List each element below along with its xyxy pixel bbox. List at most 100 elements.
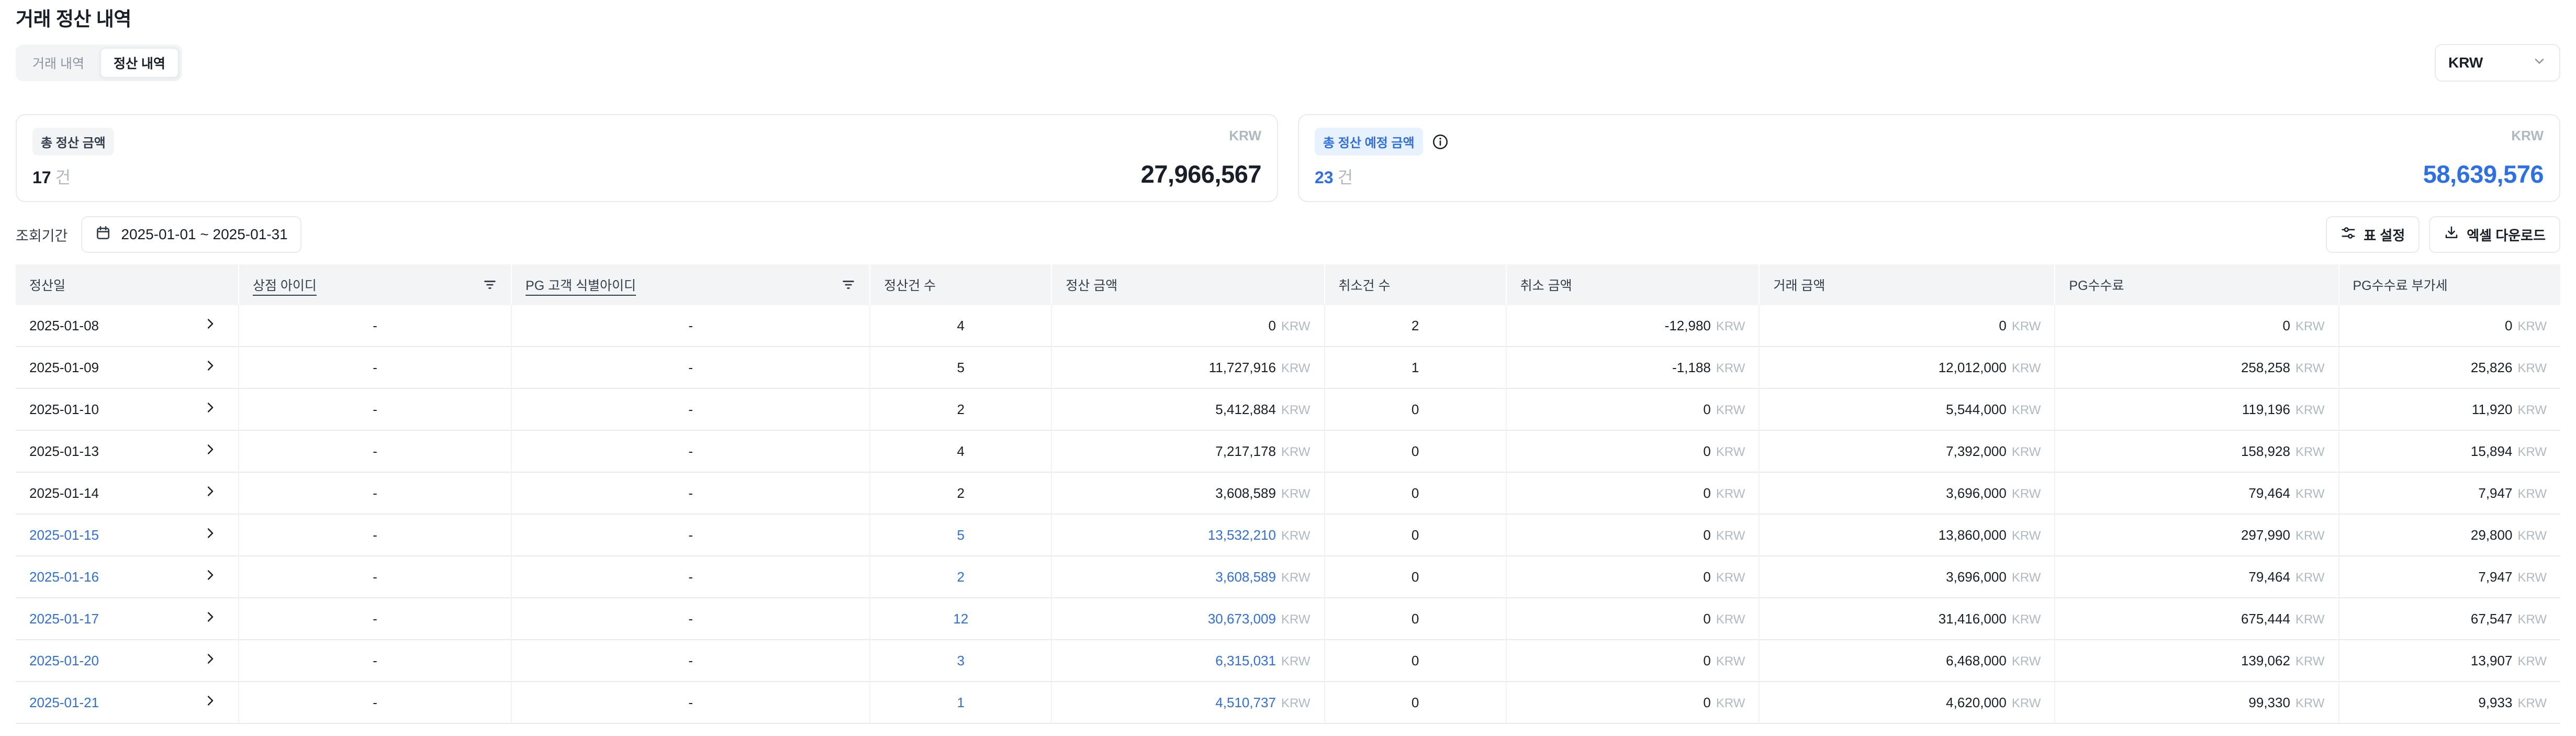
column-label: 정산일 <box>29 275 65 294</box>
cell-pg_customer_id: - <box>511 682 869 724</box>
excel-download-button[interactable]: 엑셀 다운로드 <box>2429 216 2560 253</box>
currency-select-value: KRW <box>2448 54 2483 71</box>
column-header-date: 정산일 <box>16 264 238 305</box>
cell-settle_amount: 3,608,589KRW <box>1051 556 1324 598</box>
cell-store_id: - <box>238 598 511 640</box>
cell-cancel_amount: 0KRW <box>1506 556 1759 598</box>
column-label: PG수수료 <box>2069 275 2124 294</box>
cell-pg_fee: 0KRW <box>2054 305 2338 347</box>
chevron-right-icon <box>203 442 217 460</box>
expand-row-button[interactable] <box>203 317 217 334</box>
table-settings-button[interactable]: 표 설정 <box>2326 216 2420 253</box>
cell-store_id: - <box>238 305 511 347</box>
currency-suffix: KRW <box>2517 529 2547 543</box>
settlement-date: 2025-01-13 <box>29 443 99 460</box>
cell-cancel_count: 0 <box>1324 556 1506 598</box>
chevron-down-icon <box>2532 54 2547 72</box>
cell-cancel_count: 0 <box>1324 473 1506 515</box>
expand-row-button[interactable] <box>203 694 217 711</box>
cell-store_id: - <box>238 515 511 556</box>
cell-pg_fee: 139,062KRW <box>2054 640 2338 682</box>
table-row: 2025-01-21--14,510,737KRW00KRW4,620,000K… <box>16 682 2560 724</box>
info-icon[interactable] <box>1431 133 1449 151</box>
cell-settle_amount: 11,727,916KRW <box>1051 347 1324 389</box>
chevron-right-icon <box>203 400 217 418</box>
cell-tx_amount: 31,416,000KRW <box>1759 598 2054 640</box>
currency-suffix: KRW <box>2295 445 2325 459</box>
currency-suffix: KRW <box>2012 654 2041 668</box>
chevron-right-icon <box>203 317 217 334</box>
cell-pg_fee_vat: 15,894KRW <box>2338 431 2561 473</box>
filter-icon[interactable] <box>483 277 497 292</box>
total-expected-badge: 총 정산 예정 금액 <box>1315 128 1423 155</box>
currency-suffix: KRW <box>2517 319 2547 333</box>
cell-pg_fee_vat: 0KRW <box>2338 305 2561 347</box>
cell-pg_customer_id: - <box>511 556 869 598</box>
expand-row-button[interactable] <box>203 442 217 460</box>
cell-pg_customer_id: - <box>511 431 869 473</box>
expand-row-button[interactable] <box>203 484 217 502</box>
currency-suffix: KRW <box>1281 612 1311 627</box>
column-header-pg_fee: PG수수료 <box>2054 264 2338 305</box>
table-row: 2025-01-13--47,217,178KRW00KRW7,392,000K… <box>16 431 2560 473</box>
chevron-right-icon <box>203 526 217 544</box>
cell-tx_amount: 3,696,000KRW <box>1759 556 2054 598</box>
tab-settlement-history[interactable]: 정산 내역 <box>100 48 179 78</box>
cell-cancel_amount: 0KRW <box>1506 640 1759 682</box>
currency-suffix: KRW <box>1281 487 1311 501</box>
currency-select[interactable]: KRW <box>2435 44 2560 82</box>
settlement-date: 2025-01-09 <box>29 360 99 376</box>
filter-icon[interactable] <box>841 277 856 292</box>
currency-suffix: KRW <box>2012 612 2041 627</box>
column-label: PG 고객 식별아이디 <box>525 275 636 294</box>
total-expected-amount: 58,639,576 <box>2423 160 2544 188</box>
currency-suffix: KRW <box>1716 612 1745 627</box>
column-header-cancel_count: 취소건 수 <box>1324 264 1506 305</box>
settlement-date: 2025-01-10 <box>29 402 99 418</box>
column-label: 거래 금액 <box>1773 275 1825 294</box>
cell-pg_customer_id: - <box>511 347 869 389</box>
cell-pg_fee: 79,464KRW <box>2054 556 2338 598</box>
date-range-picker[interactable]: 2025-01-01 ~ 2025-01-31 <box>81 216 301 253</box>
expand-row-button[interactable] <box>203 400 217 418</box>
column-header-pg_fee_vat: PG수수료 부가세 <box>2338 264 2561 305</box>
chevron-right-icon <box>203 610 217 628</box>
currency-suffix: KRW <box>2012 529 2041 543</box>
cell-store_id: - <box>238 682 511 724</box>
cell-pg_fee_vat: 7,947KRW <box>2338 473 2561 515</box>
cell-tx_amount: 0KRW <box>1759 305 2054 347</box>
cell-pg_fee_vat: 67,547KRW <box>2338 598 2561 640</box>
expand-row-button[interactable] <box>203 359 217 376</box>
column-label: PG수수료 부가세 <box>2353 275 2448 294</box>
cell-pg_fee: 675,444KRW <box>2054 598 2338 640</box>
expand-row-button[interactable] <box>203 652 217 670</box>
currency-suffix: KRW <box>2012 696 2041 710</box>
cell-pg_fee: 99,330KRW <box>2054 682 2338 724</box>
currency-suffix: KRW <box>1281 403 1311 417</box>
total-expected-currency: KRW <box>2511 128 2544 144</box>
cell-pg_fee_vat: 9,933KRW <box>2338 682 2561 724</box>
cell-cancel_count: 1 <box>1324 347 1506 389</box>
cell-settle_amount: 6,315,031KRW <box>1051 640 1324 682</box>
total-settled-card: 총 정산 금액 KRW 17건 27,966,567 <box>16 114 1278 202</box>
tab-transaction-history[interactable]: 거래 내역 <box>19 48 98 78</box>
settlement-table: 정산일상점 아이디PG 고객 식별아이디정산건 수정산 금액취소건 수취소 금액… <box>16 264 2560 724</box>
currency-suffix: KRW <box>2517 612 2547 627</box>
cell-store_id: - <box>238 556 511 598</box>
expand-row-button[interactable] <box>203 610 217 628</box>
table-row: 2025-01-14--23,608,589KRW00KRW3,696,000K… <box>16 473 2560 515</box>
cell-tx_amount: 3,696,000KRW <box>1759 473 2054 515</box>
table-row: 2025-01-17--1230,673,009KRW00KRW31,416,0… <box>16 598 2560 640</box>
cell-pg_fee: 79,464KRW <box>2054 473 2338 515</box>
cell-tx_amount: 6,468,000KRW <box>1759 640 2054 682</box>
currency-suffix: KRW <box>1281 319 1311 333</box>
expand-row-button[interactable] <box>203 526 217 544</box>
total-expected-card: 총 정산 예정 금액 KRW 23건 58,639,576 <box>1298 114 2560 202</box>
cell-store_id: - <box>238 347 511 389</box>
currency-suffix: KRW <box>2517 361 2547 375</box>
cell-settle_count: 12 <box>869 598 1051 640</box>
expand-row-button[interactable] <box>203 568 217 586</box>
cell-settle_amount: 4,510,737KRW <box>1051 682 1324 724</box>
currency-suffix: KRW <box>1281 361 1311 375</box>
cell-cancel_amount: 0KRW <box>1506 389 1759 431</box>
